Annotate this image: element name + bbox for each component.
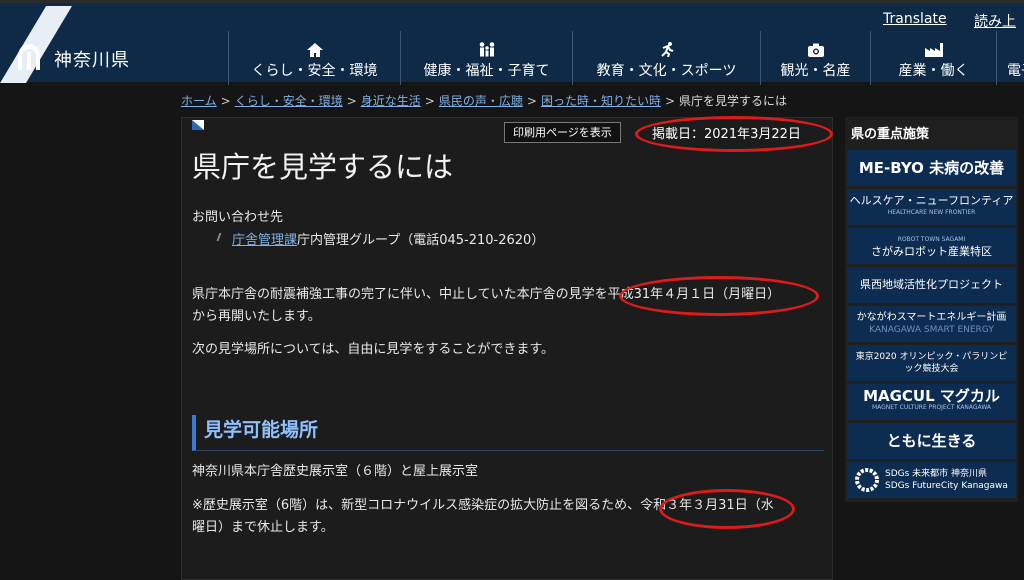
robot-town-banner[interactable]: ROBOT TOWN SAGAMI さがみロボット産業特区 xyxy=(847,228,1016,264)
banner-sub: MAGNET CULTURE PROJECT KANAGAWA xyxy=(871,404,992,411)
regional-revitalization-banner[interactable]: 県西地域活性化プロジェクト xyxy=(847,267,1016,303)
tour-place: 神奈川県本庁舎歴史展示室（６階）と屋上展示室 xyxy=(192,464,479,479)
nav-item-label: 電子 xyxy=(1007,63,1024,79)
nav-item-electronic[interactable]: 電子 xyxy=(996,31,1024,85)
breadcrumb-link-voice[interactable]: 県民の声・広聴 xyxy=(439,94,523,108)
nav-item-tourism[interactable]: 観光・名産 xyxy=(760,31,870,85)
breadcrumb: ホーム > くらし・安全・環境 > 身近な生活 > 県民の声・広聴 > 困った時・知りたい時 > 県… xyxy=(181,94,788,108)
site-name: 神奈川県 xyxy=(54,50,130,71)
breadcrumb-link-daily[interactable]: 身近な生活 xyxy=(361,94,421,108)
contact-department-link[interactable]: 庁舎管理課 xyxy=(232,233,297,248)
banner-label: かながわスマートエネルギー計画 xyxy=(856,312,1007,323)
nav-item-label: くらし・安全・環境 xyxy=(251,63,378,79)
nav-item-label: 観光・名産 xyxy=(780,63,851,79)
contact-detail: 庁内管理グループ（電話045-210-2620） xyxy=(297,233,545,248)
highlight-oval-closure-date xyxy=(659,489,795,529)
breadcrumb-link-life[interactable]: くらし・安全・環境 xyxy=(235,94,343,108)
banner-sub: HEALTHCARE NEW FRONTIER xyxy=(887,209,976,216)
bullet-icon xyxy=(216,233,224,241)
priority-policies-sidebar: 県の重点施策 ME-BYO 未病の改善 ヘルスケア・ニューフロンティア HEAL… xyxy=(845,117,1018,502)
banner-label: 東京2020 オリンピック・パラリンピック競技大会 xyxy=(855,352,1008,374)
banner-sub: KANAGAWA SMART ENERGY xyxy=(869,325,994,335)
page-corner-icon xyxy=(192,120,204,130)
kanagawa-emblem-icon xyxy=(18,44,40,70)
nav-item-life[interactable]: くらし・安全・環境 xyxy=(228,31,400,85)
runner-icon xyxy=(660,42,673,57)
global-nav: くらし・安全・環境 健康・福祉・子育て 教育・文化・スポーツ 観光・名産 産業・… xyxy=(228,31,1024,85)
section-heading: 見学可能場所 xyxy=(192,415,824,451)
nav-item-label: 教育・文化・スポーツ xyxy=(596,63,737,79)
banner-sub: SDGs FutureCity Kanagawa xyxy=(885,481,1008,491)
breadcrumb-link-home[interactable]: ホーム xyxy=(181,94,217,108)
site-header: 神奈川県 Translate 読み上 くらし・安全・環境 健康・福祉・子育て 教… xyxy=(0,0,1024,85)
breadcrumb-link-help[interactable]: 困った時・知りたい時 xyxy=(541,94,661,108)
factory-icon xyxy=(924,43,943,57)
print-page-button[interactable]: 印刷用ページを表示 xyxy=(504,122,621,143)
banner-label: ヘルスケア・ニューフロンティア xyxy=(849,194,1014,207)
nav-item-industry[interactable]: 産業・働く xyxy=(870,31,996,85)
banner-label: さがみロボット産業特区 xyxy=(871,245,992,258)
translate-link[interactable]: Translate xyxy=(883,11,947,27)
banner-label: SDGs 未来都市 神奈川県 xyxy=(885,469,988,479)
banner-label: MAGCUL マグカル xyxy=(863,387,1000,405)
nav-item-health[interactable]: 健康・福祉・子育て xyxy=(400,31,572,85)
highlight-oval-posted-date xyxy=(635,116,833,152)
banner-label: ともに生きる xyxy=(886,432,977,450)
banner-label: 県西地域活性化プロジェクト xyxy=(860,278,1003,291)
free-tour-paragraph: 次の見学場所については、自由に見学をすることができます。 xyxy=(192,342,555,357)
smart-energy-banner[interactable]: かながわスマートエネルギー計画 KANAGAWA SMART ENERGY xyxy=(847,306,1016,342)
nav-item-label: 健康・福祉・子育て xyxy=(423,63,550,79)
tomoni-ikiru-banner[interactable]: ともに生きる xyxy=(847,423,1016,459)
nav-item-education[interactable]: 教育・文化・スポーツ xyxy=(572,31,760,85)
contact-label: お問い合わせ先 xyxy=(192,210,284,225)
sidebar-title: 県の重点施策 xyxy=(851,127,930,142)
house-icon xyxy=(306,43,323,57)
breadcrumb-current: 県庁を見学するには xyxy=(679,94,788,108)
tokyo2020-banner[interactable]: 東京2020 オリンピック・パラリンピック競技大会 xyxy=(847,345,1016,381)
healthcare-frontier-banner[interactable]: ヘルスケア・ニューフロンティア HEALTHCARE NEW FRONTIER xyxy=(847,189,1016,225)
highlight-oval-reopen-date xyxy=(619,276,819,316)
camera-icon xyxy=(807,43,824,57)
me-byo-banner[interactable]: ME-BYO 未病の改善 xyxy=(847,150,1016,186)
sdgs-banner[interactable]: SDGs 未来都市 神奈川県 SDGs FutureCity Kanagawa xyxy=(847,462,1016,498)
nav-item-label: 産業・働く xyxy=(898,63,969,79)
magcul-banner[interactable]: MAGCUL マグカル MAGNET CULTURE PROJECT KANAG… xyxy=(847,384,1016,420)
sdgs-wheel-icon xyxy=(855,468,879,492)
page-title: 県庁を見学するには xyxy=(192,150,454,184)
contact-info: 庁舎管理課庁内管理グループ（電話045-210-2620） xyxy=(216,229,545,248)
site-logo[interactable]: 神奈川県 xyxy=(0,6,150,83)
family-icon xyxy=(479,42,494,57)
read-aloud-link[interactable]: 読み上 xyxy=(974,11,1016,31)
banner-label: ME-BYO 未病の改善 xyxy=(858,159,1005,177)
